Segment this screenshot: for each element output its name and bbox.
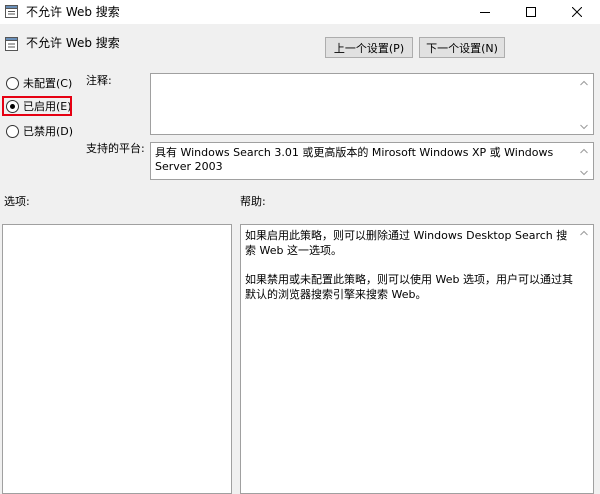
radio-label: 已禁用(D) — [23, 125, 74, 138]
scroll-up-icon[interactable] — [580, 230, 588, 236]
radio-circle[interactable] — [6, 124, 19, 138]
help-paragraph: 如果启用此策略，则可以删除通过 Windows Desktop Search 搜… — [245, 229, 568, 257]
help-label: 帮助: — [240, 195, 266, 208]
scroll-down-icon[interactable] — [580, 170, 588, 176]
highlight-box — [2, 96, 72, 116]
help-paragraph: 如果禁用或未配置此策略，则可以使用 Web 选项，用户可以通过其默认的浏览器搜索… — [245, 273, 573, 301]
help-text: 如果启用此策略，则可以删除通过 Windows Desktop Search 搜… — [241, 225, 593, 319]
scroll-down-icon[interactable] — [580, 124, 588, 130]
next-setting-button[interactable]: 下一个设置(N) — [419, 37, 505, 58]
policy-icon — [5, 37, 18, 51]
options-label: 选项: — [4, 195, 30, 208]
supported-on-box: 具有 Windows Search 3.01 或更高版本的 Mirosoft W… — [150, 142, 594, 180]
comment-value — [151, 74, 593, 80]
radio-not-configured[interactable]: 未配置(C) — [6, 75, 72, 91]
window-title: 不允许 Web 搜索 — [26, 5, 120, 19]
minimize-button[interactable] — [462, 0, 508, 24]
policy-title: 不允许 Web 搜索 — [26, 36, 120, 50]
scroll-up-icon[interactable] — [580, 80, 588, 86]
comment-textarea[interactable] — [150, 73, 594, 135]
options-pane — [2, 224, 232, 494]
maximize-icon — [526, 7, 536, 17]
supported-on-label: 支持的平台: — [86, 142, 145, 155]
supported-on-value: 具有 Windows Search 3.01 或更高版本的 Mirosoft W… — [155, 146, 554, 173]
radio-label: 未配置(C) — [23, 77, 73, 90]
help-pane: 如果启用此策略，则可以删除通过 Windows Desktop Search 搜… — [240, 224, 594, 494]
maximize-button[interactable] — [508, 0, 554, 24]
policy-settings-icon — [5, 5, 18, 18]
comment-label: 注释: — [86, 74, 112, 87]
radio-disabled[interactable]: 已禁用(D) — [6, 123, 73, 139]
radio-circle[interactable] — [6, 76, 19, 90]
scroll-up-icon[interactable] — [580, 148, 588, 154]
minimize-icon — [480, 12, 490, 13]
close-button[interactable] — [554, 0, 600, 24]
previous-setting-button[interactable]: 上一个设置(P) — [325, 37, 413, 58]
close-icon — [572, 7, 582, 17]
